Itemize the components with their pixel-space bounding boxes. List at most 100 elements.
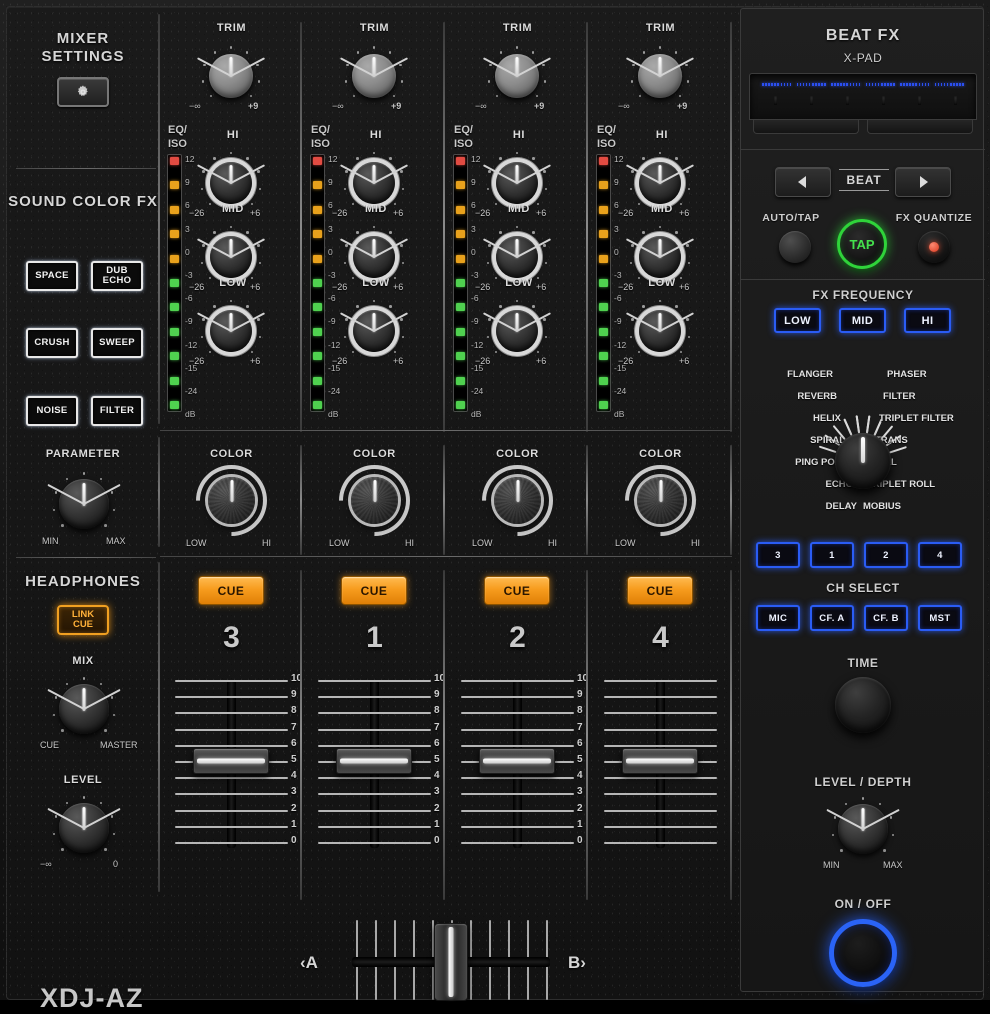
headphones-level-label: LEVEL xyxy=(8,774,158,786)
fader-scale-number: 5 xyxy=(577,754,583,765)
ch-select-row-channels: 3124 xyxy=(741,542,985,568)
level-meter-scale-tick: -24 xyxy=(185,386,197,396)
time-knob[interactable] xyxy=(835,677,891,733)
on-off-button[interactable] xyxy=(829,919,897,987)
knob-scale-dot xyxy=(66,802,69,805)
ch-select-button-3[interactable]: 3 xyxy=(756,542,800,568)
knob-scale-dot xyxy=(389,231,392,234)
fader-tick xyxy=(318,680,431,682)
fx-frequency-hi-label: HI xyxy=(922,315,934,327)
ch-select-button-2[interactable]: 2 xyxy=(864,542,908,568)
knob-scale-dot xyxy=(489,64,492,67)
fx-select-knob[interactable] xyxy=(835,433,891,489)
fader-tick xyxy=(175,826,288,828)
knob-scale-dot xyxy=(488,244,491,247)
knob-scale-dot xyxy=(832,834,835,837)
color-knob-body[interactable] xyxy=(494,477,541,524)
level-depth-min-label: MIN xyxy=(823,860,840,870)
color-knob[interactable] xyxy=(487,470,548,531)
mixer-settings-button[interactable] xyxy=(57,77,109,107)
scfx-button-sweep[interactable]: SWEEP xyxy=(91,328,143,358)
eq-max-label: +6 xyxy=(536,356,546,366)
fader-scale-number: 4 xyxy=(577,770,583,781)
fx-select-option-left[interactable]: HELIX xyxy=(813,413,841,424)
knob-scale-dot xyxy=(104,524,107,527)
color-knob-body[interactable] xyxy=(208,477,255,524)
cue-button[interactable]: CUE xyxy=(627,576,693,605)
tap-button[interactable]: TAP xyxy=(837,219,887,269)
fx-select-option-right[interactable]: TRIPLET FILTER xyxy=(879,413,954,424)
eq-iso-label-line1: EQ/ xyxy=(168,124,187,136)
level-meter-segment xyxy=(313,157,322,165)
cue-button[interactable]: CUE xyxy=(484,576,550,605)
knob-scale-dot xyxy=(631,80,634,83)
level-meter-scale-tick: -12 xyxy=(185,340,197,350)
knob-scale-dot xyxy=(400,318,403,321)
ch-select-button-4[interactable]: 4 xyxy=(918,542,962,568)
knob-scale-dot xyxy=(688,262,691,265)
scfx-button-dub-echo[interactable]: DUB ECHO xyxy=(91,261,143,291)
color-knob[interactable] xyxy=(344,470,405,531)
crossfader-handle[interactable] xyxy=(434,923,468,1001)
eq-min-label: −26 xyxy=(189,356,204,366)
ch-select-button-mst[interactable]: MST xyxy=(918,605,962,631)
cue-button[interactable]: CUE xyxy=(198,576,264,605)
eq-label: MID xyxy=(196,203,270,215)
fx-frequency-low-button[interactable]: LOW xyxy=(774,308,821,333)
knob-scale-dot xyxy=(259,188,262,191)
fx-quantize-button[interactable] xyxy=(918,231,950,263)
knob-scale-dot xyxy=(344,188,347,191)
knob-scale-dot xyxy=(630,262,633,265)
cue-button[interactable]: CUE xyxy=(341,576,407,605)
fader-scale-number: 1 xyxy=(434,819,440,830)
fx-select-option-left[interactable]: FLANGER xyxy=(787,369,833,380)
level-meter-scale-tick: -12 xyxy=(328,340,340,350)
beat-prev-button[interactable] xyxy=(775,167,831,197)
fader-scale-number: 6 xyxy=(434,738,440,749)
scfx-button-crush[interactable]: CRUSH xyxy=(26,328,78,358)
fx-select-option-right[interactable]: PHASER xyxy=(887,369,927,380)
fx-frequency-mid-button[interactable]: MID xyxy=(839,308,886,333)
scfx-button-space[interactable]: SPACE xyxy=(26,261,78,291)
level-meter-segment xyxy=(456,255,465,263)
color-max-label: HI xyxy=(405,538,414,548)
channel-fader-handle[interactable] xyxy=(479,748,555,774)
knob-scale-dot xyxy=(638,351,641,354)
link-cue-button[interactable]: LINK CUE xyxy=(57,605,109,635)
level-meter-scale-tick: 0 xyxy=(471,247,476,257)
knob-scale-dot xyxy=(685,64,688,67)
color-knob-body[interactable] xyxy=(637,477,684,524)
knob-scale-dot xyxy=(393,95,396,98)
fx-select-option-right[interactable]: FILTER xyxy=(883,391,916,402)
fader-scale-number: 2 xyxy=(577,803,583,814)
fx-select-option-left[interactable]: REVERB xyxy=(797,391,837,402)
fader-tick xyxy=(461,729,574,731)
fx-select-option-left[interactable]: DELAY xyxy=(826,501,857,512)
channel-fader-handle[interactable] xyxy=(336,748,412,774)
headphones-mix-label: MIX xyxy=(8,655,158,667)
x-pad[interactable] xyxy=(749,73,977,120)
fx-frequency-hi-button[interactable]: HI xyxy=(904,308,951,333)
color-knob[interactable] xyxy=(201,470,262,531)
knob-scale-dot xyxy=(394,351,397,354)
ch-select-button-1[interactable]: 1 xyxy=(810,542,854,568)
level-meter-segment xyxy=(456,352,465,360)
fx-select-option-right[interactable]: MOBIUS xyxy=(863,501,901,512)
color-knob-body[interactable] xyxy=(351,477,398,524)
channel-fader-handle[interactable] xyxy=(193,748,269,774)
ch-select-button-cf-a[interactable]: CF. A xyxy=(810,605,854,631)
scfx-button-noise[interactable]: NOISE xyxy=(26,396,78,426)
scfx-button-filter[interactable]: FILTER xyxy=(91,396,143,426)
color-knob[interactable] xyxy=(630,470,691,531)
level-meter-scale-tick: -3 xyxy=(328,270,336,280)
tap-button-label: TAP xyxy=(849,237,874,252)
fader-scale-number: 2 xyxy=(291,803,297,814)
fader-tick xyxy=(175,810,288,812)
ch-select-button-mic[interactable]: MIC xyxy=(756,605,800,631)
level-meter-scale-tick: -9 xyxy=(614,316,622,326)
beat-next-button[interactable] xyxy=(895,167,951,197)
channel-fader-handle[interactable] xyxy=(622,748,698,774)
ch-select-button-cf-b[interactable]: CF. B xyxy=(864,605,908,631)
auto-tap-knob[interactable] xyxy=(779,231,811,263)
fader-tick xyxy=(318,842,431,844)
